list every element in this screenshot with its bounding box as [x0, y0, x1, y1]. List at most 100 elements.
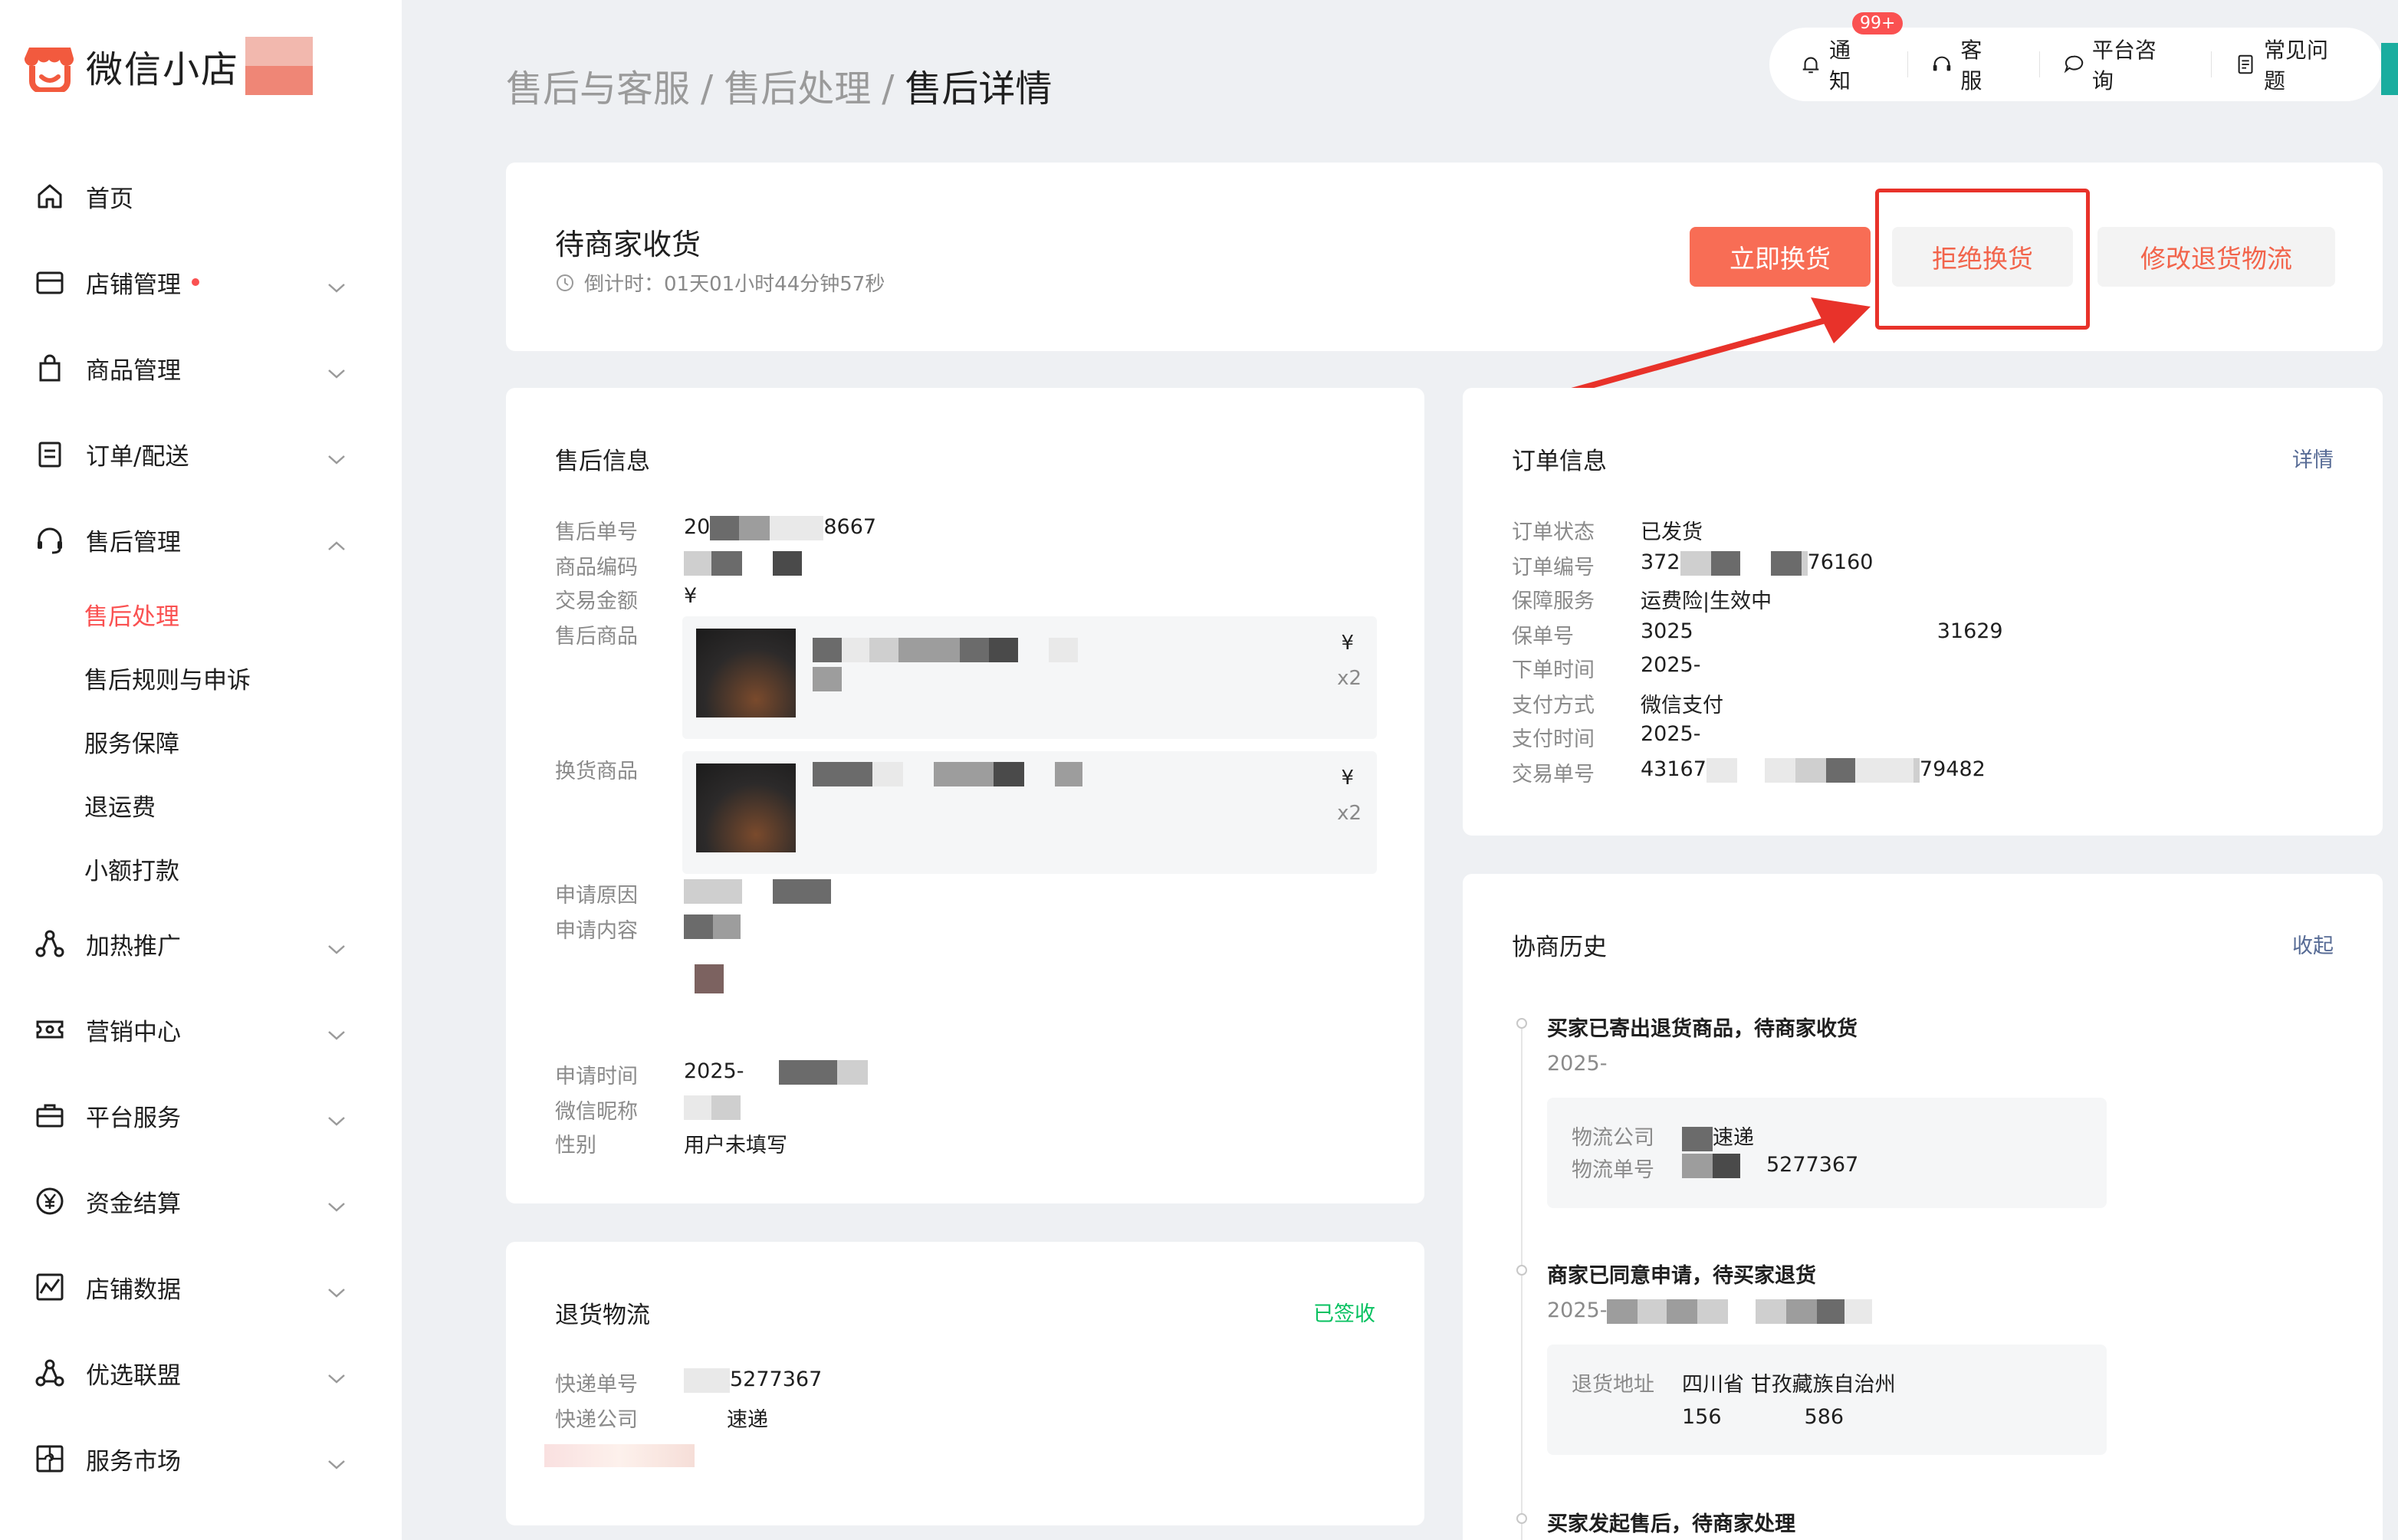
field-label: 换货商品 [555, 760, 638, 783]
headset-icon [1933, 56, 1951, 71]
countdown-value: 01天01小时44分钟57秒 [664, 273, 885, 296]
chevron-down-icon [327, 1194, 347, 1221]
chevron-up-icon [327, 532, 347, 560]
timeline-dot [1516, 1513, 1527, 1524]
store-icon [34, 266, 66, 298]
chevron-down-icon [327, 1451, 347, 1479]
consult-label: 平台咨询 [2091, 38, 2157, 94]
info-row-content: 申请内容 [555, 914, 741, 944]
breadcrumb-level2[interactable]: 售后处理 [724, 67, 871, 110]
chevron-down-icon [327, 1365, 347, 1393]
order-detail-link[interactable]: 详情 [2292, 443, 2334, 473]
field-label: 支付时间 [1512, 727, 1595, 751]
sidebar-item-data[interactable]: 店铺数据 [0, 1244, 402, 1330]
order-row-order-time: 下单时间 2025- [1512, 653, 1700, 683]
timeline-dot [1516, 1018, 1527, 1029]
field-value: 速递 [727, 1408, 768, 1432]
sidebar-item-label: 平台服务 [86, 1104, 181, 1132]
product-thumbnail [696, 763, 796, 852]
breadcrumb-level1[interactable]: 售后与客服 [506, 67, 690, 110]
field-label: 快递单号 [555, 1373, 638, 1397]
top-toolbar: 通知 99+ 客服 平台咨询 常见问题 [1769, 12, 2383, 101]
sidebar-item-alliance[interactable]: 优选联盟 [0, 1330, 402, 1416]
exchange-qty: x2 [1337, 802, 1362, 825]
field-value: 已发货 [1641, 520, 1703, 544]
sidebar-item-finance[interactable]: 资金结算 [0, 1158, 402, 1244]
sidebar-item-label: 营销中心 [86, 1018, 181, 1046]
sidebar-item-label: 店铺管理 [86, 271, 181, 299]
sidebar-item-platform[interactable]: 平台服务 [0, 1072, 402, 1158]
sidebar-item-orders[interactable]: 订单/配送 [0, 411, 402, 497]
store-logo-icon [24, 40, 75, 94]
field-label: 订单编号 [1512, 556, 1595, 580]
sidebar-item-label: 加热推广 [86, 932, 181, 960]
info-row-amount: 交易金额 ¥ [555, 584, 697, 614]
aftersale-goods-item[interactable]: ¥ x2 [682, 616, 1377, 739]
redacted-block [245, 37, 314, 95]
platform-consult-button[interactable]: 平台咨询 [2063, 34, 2173, 95]
bag-icon [34, 352, 66, 384]
faq-button[interactable]: 常见问题 [2235, 34, 2344, 95]
sidebar-item-label: 商品管理 [86, 356, 181, 385]
info-row-exchange-label: 换货商品 [555, 754, 684, 784]
sidebar-item-label: 服务市场 [86, 1447, 181, 1476]
exchange-goods-item[interactable]: ¥ x2 [682, 751, 1377, 874]
sidebar-nav: 首页 店铺管理 商品管理 订单/配送 售后管理 售后处理 售后规则与申诉 服务保… [0, 153, 402, 1502]
chevron-down-icon [327, 360, 347, 388]
sidebar-subitem-guarantee[interactable]: 服务保障 [0, 710, 402, 773]
sidebar-item-store[interactable]: 店铺管理 [0, 239, 402, 325]
detail-row: 156 586 [1682, 1405, 1844, 1429]
side-widget-tab[interactable] [2381, 43, 2398, 95]
share-nodes-icon [34, 928, 66, 960]
timeline-event-detail: 退货地址 四川省 甘孜藏族自治州 156 586 [1547, 1345, 2107, 1455]
field-label: 售后单号 [555, 520, 638, 544]
annotation-highlight-box [1875, 189, 2090, 330]
order-info-card: 订单信息 详情 订单状态 已发货 订单编号 372 76160 保障服务 运费险|生效… [1463, 388, 2383, 836]
redacted-product-name [813, 638, 1078, 662]
exchange-price: ¥ [1341, 767, 1354, 790]
redacted-value [684, 1095, 741, 1125]
countdown-label: 倒计时： [584, 273, 665, 296]
redacted-block [544, 1444, 695, 1467]
attachment-thumbnail[interactable] [695, 964, 724, 993]
sidebar-item-goods[interactable]: 商品管理 [0, 325, 402, 411]
field-label: 商品编码 [555, 556, 638, 580]
sidebar-subitem-rules[interactable]: 售后规则与申诉 [0, 646, 402, 710]
timeline-dot [1516, 1265, 1527, 1276]
order-row-guarantee: 保障服务 运费险|生效中 [1512, 584, 1772, 614]
field-value: 20 8667 [684, 515, 877, 540]
field-value: 372 76160 [1641, 550, 1874, 576]
service-label: 客服 [1960, 38, 1982, 94]
modify-logistics-button[interactable]: 修改退货物流 [2097, 227, 2335, 287]
logistics-status: 已签收 [1313, 1302, 1375, 1326]
chevron-down-icon [327, 274, 347, 302]
sidebar-subitem-refund-freight[interactable]: 退运费 [0, 773, 402, 837]
negotiation-history-card: 协商历史 收起 买家已寄出退货商品，待商家收货 2025- 物流公司 速递 物流单… [1463, 874, 2383, 1540]
sidebar-item-market[interactable]: 服务市场 [0, 1416, 402, 1502]
goods-price: ¥ [1341, 632, 1354, 655]
sidebar-item-promotion[interactable]: 加热推广 [0, 901, 402, 987]
ticket-icon [34, 1013, 66, 1046]
field-value: 5277367 [684, 1368, 822, 1397]
bell-icon [1802, 57, 1819, 74]
field-label: 快递公司 [555, 1408, 638, 1432]
field-value: 用户未填写 [684, 1134, 787, 1157]
sidebar-item-aftersale[interactable]: 售后管理 [0, 497, 402, 583]
exchange-now-button[interactable]: 立即换货 [1690, 227, 1871, 287]
sidebar-item-home[interactable]: 首页 [0, 153, 402, 239]
headset-icon [34, 524, 66, 556]
logistics-row-tracking: 快递单号 5277367 [555, 1368, 822, 1397]
redacted-value [684, 550, 802, 580]
detail-row: 物流单号 5277367 [1572, 1153, 1859, 1182]
sidebar-item-label: 订单/配送 [86, 442, 189, 471]
briefcase-icon [34, 1099, 66, 1131]
order-row-pay: 支付方式 微信支付 [1512, 688, 1723, 718]
notify-button[interactable]: 通知 99+ [1800, 12, 1904, 95]
sidebar-subitem-aftersale-process[interactable]: 售后处理 [0, 583, 402, 646]
customer-service-button[interactable]: 客服 [1931, 34, 2000, 95]
sidebar-subitem-small-payment[interactable]: 小额打款 [0, 837, 402, 901]
sidebar-item-marketing[interactable]: 营销中心 [0, 987, 402, 1072]
sidebar-item-label: 优选联盟 [86, 1361, 181, 1390]
brand-logo[interactable]: 微信小店 [24, 37, 314, 95]
collapse-link[interactable]: 收起 [2292, 929, 2334, 959]
